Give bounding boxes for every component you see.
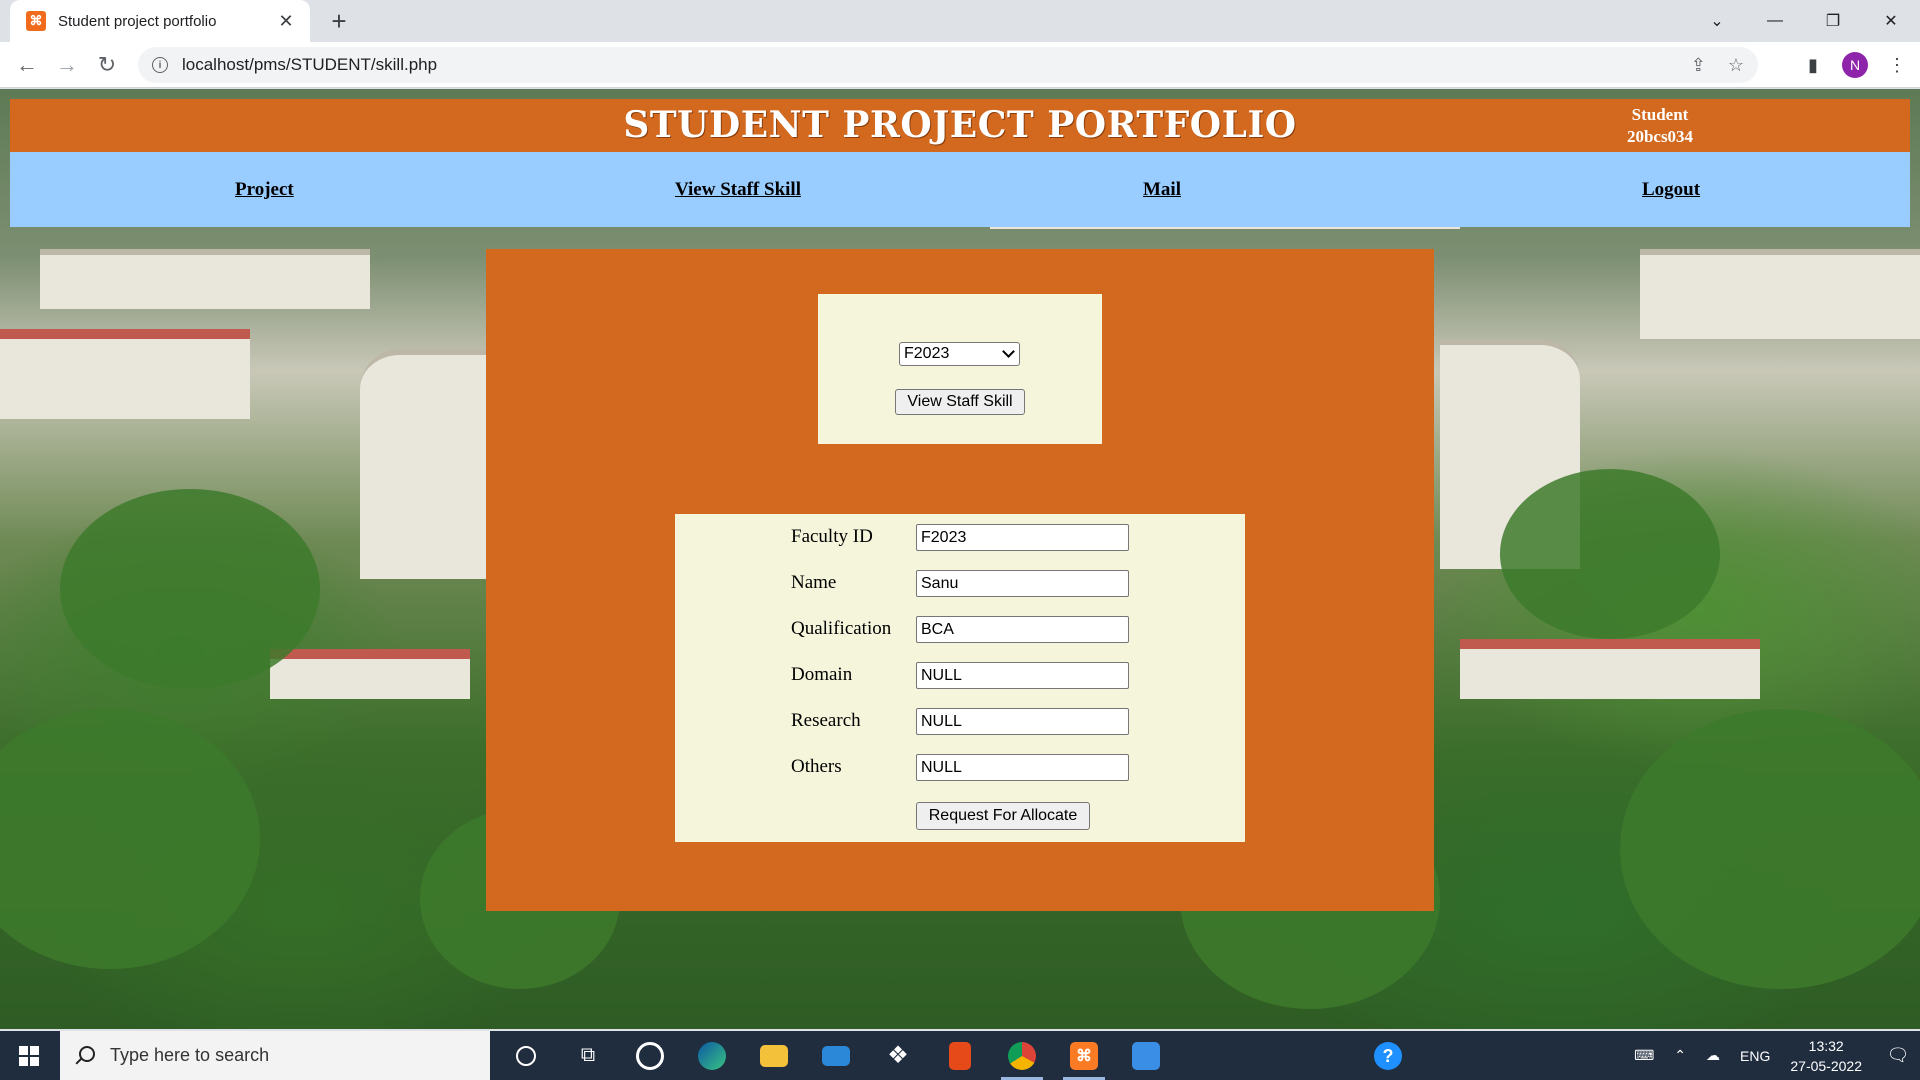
window-controls: ⌄ — ❐ ✕ xyxy=(1688,0,1920,42)
clock[interactable]: 13:32 27-05-2022 xyxy=(1790,1036,1862,1076)
others-field[interactable]: NULL xyxy=(916,754,1129,781)
nav-link-logout[interactable]: Logout xyxy=(1642,152,1700,227)
dropbox-icon[interactable]: ❖ xyxy=(867,1031,929,1080)
cortana-icon[interactable] xyxy=(495,1031,557,1080)
clock-date: 27-05-2022 xyxy=(1790,1057,1862,1074)
mail-icon[interactable] xyxy=(805,1031,867,1080)
share-icon[interactable]: ⇪ xyxy=(1691,55,1706,76)
windows-taskbar: Type here to search ⧉ ❖ ⌘ ? ⌨ ⌃ ☁ ENG 13… xyxy=(0,1031,1920,1080)
url-text[interactable]: localhost/pms/STUDENT/skill.php xyxy=(182,55,437,75)
search-icon xyxy=(74,1045,95,1066)
bookmark-star-icon[interactable]: ☆ xyxy=(1728,55,1744,76)
nav-link-mail[interactable]: Mail xyxy=(1143,152,1181,227)
app-icon[interactable] xyxy=(619,1031,681,1080)
close-window-button[interactable]: ✕ xyxy=(1862,0,1920,42)
user-id: 20bcs034 xyxy=(1626,127,1694,146)
onedrive-cloud-icon[interactable]: ☁ xyxy=(1706,1047,1720,1064)
domain-label: Domain xyxy=(791,664,853,685)
task-view-icon[interactable]: ⧉ xyxy=(557,1031,619,1080)
address-bar[interactable]: i localhost/pms/STUDENT/skill.php ⇪ ☆ xyxy=(138,47,1758,83)
xampp-icon: ⌘ xyxy=(26,11,46,31)
site-info-icon[interactable]: i xyxy=(152,57,168,73)
research-field[interactable]: NULL xyxy=(916,708,1129,735)
browser-tab[interactable]: ⌘ Student project portfolio ✕ xyxy=(10,0,310,42)
edge-icon[interactable] xyxy=(681,1031,743,1080)
others-label: Others xyxy=(791,756,842,777)
domain-field[interactable]: NULL xyxy=(916,662,1129,689)
minimize-button[interactable]: — xyxy=(1746,0,1804,42)
taskbar-apps: ⧉ ❖ ⌘ xyxy=(495,1031,1177,1080)
page-viewport: STUDENT PROJECT PORTFOLIO Student 20bcs0… xyxy=(0,89,1920,1029)
office-icon[interactable] xyxy=(929,1031,991,1080)
browser-tab-bar: ⌘ Student project portfolio ✕ + ⌄ — ❐ ✕ xyxy=(0,0,1920,42)
tab-search-icon[interactable]: ⌄ xyxy=(1688,0,1746,42)
request-for-allocate-button[interactable]: Request For Allocate xyxy=(916,802,1090,830)
reload-icon[interactable]: ↻ xyxy=(92,50,122,80)
profile-avatar[interactable]: N xyxy=(1842,52,1868,78)
clock-time: 13:32 xyxy=(1808,1037,1844,1054)
taskbar-search-box[interactable]: Type here to search xyxy=(60,1031,490,1080)
faculty-select-value: F2023 xyxy=(904,345,950,362)
forward-arrow-icon[interactable]: → xyxy=(52,50,82,80)
qualification-label: Qualification xyxy=(791,618,892,639)
view-staff-skill-button[interactable]: View Staff Skill xyxy=(895,389,1025,415)
photos-icon[interactable] xyxy=(1115,1031,1177,1080)
search-placeholder: Type here to search xyxy=(110,1045,270,1065)
faculty-id-label: Faculty ID xyxy=(791,526,873,547)
side-panel-icon[interactable]: ▮ xyxy=(1800,50,1826,80)
user-role: Student xyxy=(1631,105,1689,124)
restore-button[interactable]: ❐ xyxy=(1804,0,1862,42)
main-panel: F2023 View Staff Skill Faculty ID F2023 … xyxy=(486,249,1434,911)
research-label: Research xyxy=(791,710,861,731)
qualification-field[interactable]: BCA xyxy=(916,616,1129,643)
more-menu-icon[interactable]: ⋮ xyxy=(1884,50,1910,80)
back-arrow-icon[interactable]: ← xyxy=(12,50,42,80)
file-explorer-icon[interactable] xyxy=(743,1031,805,1080)
nav-link-project[interactable]: Project xyxy=(235,152,294,227)
staff-skill-form: Faculty ID F2023 Name Sanu Qualification… xyxy=(675,514,1245,842)
faculty-id-field[interactable]: F2023 xyxy=(916,524,1129,551)
tab-title: Student project portfolio xyxy=(58,12,217,30)
faculty-selector-box: F2023 View Staff Skill xyxy=(818,294,1102,444)
nav-link-view-staff-skill[interactable]: View Staff Skill xyxy=(675,152,801,227)
chrome-icon[interactable] xyxy=(991,1031,1053,1080)
xampp-icon[interactable]: ⌘ xyxy=(1053,1031,1115,1080)
keyboard-icon[interactable]: ⌨ xyxy=(1634,1047,1654,1064)
close-tab-icon[interactable]: ✕ xyxy=(276,11,296,32)
chevron-up-icon[interactable]: ⌃ xyxy=(1674,1047,1686,1064)
browser-toolbar: ← → ↻ i localhost/pms/STUDENT/skill.php … xyxy=(0,42,1920,88)
main-nav: Project View Staff Skill Mail Logout xyxy=(10,152,1910,227)
name-label: Name xyxy=(791,572,837,593)
name-field[interactable]: Sanu xyxy=(916,570,1129,597)
system-tray: ⌨ ⌃ ☁ ENG 13:32 27-05-2022 🗨 xyxy=(1624,1031,1920,1080)
help-icon[interactable]: ? xyxy=(1374,1042,1402,1070)
language-indicator[interactable]: ENG xyxy=(1740,1048,1770,1064)
site-header: STUDENT PROJECT PORTFOLIO Student 20bcs0… xyxy=(10,99,1910,152)
notification-icon[interactable]: 🗨 xyxy=(1876,1031,1920,1080)
chevron-down-icon xyxy=(1002,345,1015,358)
start-button[interactable] xyxy=(0,1031,58,1080)
faculty-select[interactable]: F2023 xyxy=(899,342,1020,366)
windows-logo-icon xyxy=(19,1045,39,1066)
new-tab-button[interactable]: + xyxy=(324,6,354,36)
user-info: Student 20bcs034 xyxy=(1585,104,1735,148)
